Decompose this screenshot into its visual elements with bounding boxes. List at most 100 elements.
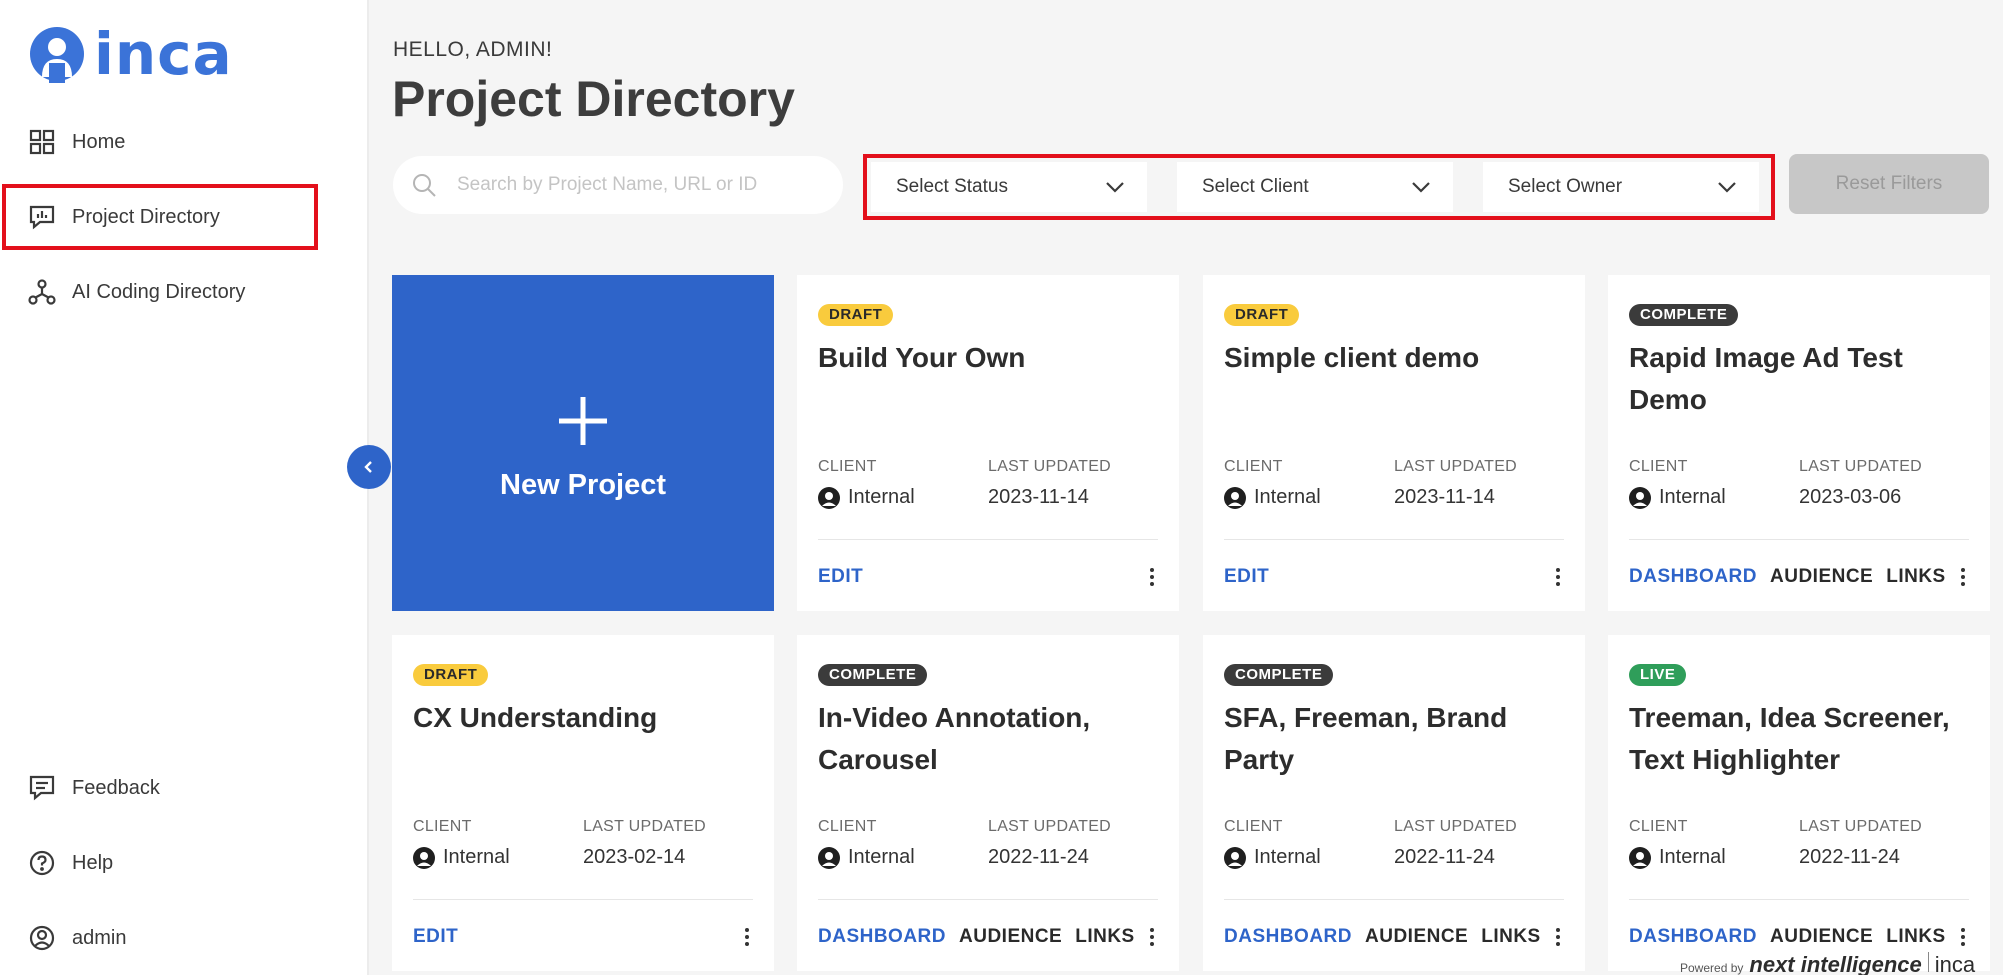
more-options-icon[interactable] (1957, 566, 1969, 588)
status-badge: COMPLETE (818, 664, 928, 686)
next-intelligence-logo: next intelligence (1749, 952, 1922, 975)
plus-icon (557, 385, 609, 455)
sidebar-item-admin[interactable]: admin (28, 918, 126, 958)
project-card[interactable]: DRAFT Simple client demo CLIENT LAST UPD… (1203, 275, 1585, 611)
dashboard-link[interactable]: DASHBOARD (1629, 566, 1757, 588)
card-divider (1629, 539, 1969, 540)
links-link[interactable]: LINKS (1886, 566, 1946, 588)
card-divider (1629, 899, 1969, 900)
links-link[interactable]: LINKS (1886, 926, 1946, 948)
help-icon (28, 849, 56, 877)
edit-link[interactable]: EDIT (413, 926, 458, 948)
client-avatar-icon (1629, 486, 1651, 509)
status-badge: DRAFT (413, 664, 489, 686)
client-avatar-icon (818, 486, 840, 509)
status-badge: DRAFT (1224, 304, 1300, 326)
client-value: Internal (413, 846, 510, 869)
reset-filters-button[interactable]: Reset Filters (1789, 154, 1989, 214)
more-options-icon[interactable] (1552, 566, 1564, 588)
sidebar-item-label: admin (72, 926, 127, 949)
more-options-icon[interactable] (1957, 926, 1969, 948)
client-value: Internal (818, 846, 915, 869)
project-title[interactable]: In-Video Annotation, Carousel (818, 697, 1158, 781)
owner-select[interactable]: Select Owner (1483, 162, 1759, 212)
project-title[interactable]: Treeman, Idea Screener, Text Highlighter (1629, 697, 1969, 781)
project-card[interactable]: COMPLETE Rapid Image Ad Test Demo CLIENT… (1608, 275, 1990, 611)
new-project-label: New Project (500, 468, 666, 501)
dashboard-link[interactable]: DASHBOARD (1224, 926, 1352, 948)
search-bar[interactable] (393, 156, 843, 214)
sidebar-item-label: Home (72, 130, 126, 153)
feedback-icon (28, 774, 56, 802)
project-title[interactable]: SFA, Freeman, Brand Party (1224, 697, 1564, 781)
chevron-down-icon (1106, 182, 1124, 193)
dashboard-link[interactable]: DASHBOARD (818, 926, 946, 948)
client-avatar-icon (1629, 846, 1651, 869)
audience-link[interactable]: AUDIENCE (1770, 926, 1873, 948)
powered-by-footer: Powered by next intelligence inca (1680, 952, 1975, 975)
client-avatar-icon (1224, 846, 1246, 869)
inca-footer-logo: inca (1934, 952, 1976, 975)
more-options-icon[interactable] (1146, 926, 1158, 948)
sidebar-item-feedback[interactable]: Feedback (28, 768, 160, 808)
card-actions: DASHBOARD AUDIENCE LINKS (1629, 566, 1946, 588)
dashboard-link[interactable]: DASHBOARD (1629, 926, 1757, 948)
edit-link[interactable]: EDIT (818, 566, 863, 588)
card-actions: EDIT (818, 566, 863, 588)
project-card[interactable]: DRAFT Build Your Own CLIENT LAST UPDATED… (797, 275, 1179, 611)
new-project-card[interactable]: New Project (392, 275, 774, 611)
card-divider (1224, 899, 1564, 900)
card-divider (818, 539, 1158, 540)
last-updated-value: 2022-11-24 (1799, 846, 1900, 868)
active-nav-highlight (2, 184, 318, 250)
greeting: HELLO, ADMIN! (393, 38, 553, 61)
edit-link[interactable]: EDIT (1224, 566, 1269, 588)
inca-logo[interactable]: inca (28, 20, 233, 88)
project-card[interactable]: LIVE Treeman, Idea Screener, Text Highli… (1608, 635, 1990, 971)
last-updated-label: LAST UPDATED (583, 818, 707, 835)
project-title[interactable]: Build Your Own (818, 337, 1158, 379)
chevron-down-icon (1412, 182, 1430, 193)
owner-select-value: Select Owner (1508, 176, 1623, 197)
status-select-value: Select Status (896, 176, 1008, 197)
project-title[interactable]: Rapid Image Ad Test Demo (1629, 337, 1969, 421)
more-options-icon[interactable] (1146, 566, 1158, 588)
client-name: Internal (848, 846, 915, 868)
audience-link[interactable]: AUDIENCE (959, 926, 1062, 948)
project-card[interactable]: COMPLETE SFA, Freeman, Brand Party CLIEN… (1203, 635, 1585, 971)
audience-link[interactable]: AUDIENCE (1365, 926, 1468, 948)
project-card[interactable]: COMPLETE In-Video Annotation, Carousel C… (797, 635, 1179, 971)
status-select[interactable]: Select Status (871, 162, 1147, 212)
last-updated-label: LAST UPDATED (1394, 818, 1518, 835)
client-select[interactable]: Select Client (1177, 162, 1453, 212)
last-updated-value: 2022-11-24 (1394, 846, 1495, 868)
last-updated-value: 2023-03-06 (1799, 486, 1902, 508)
project-title[interactable]: Simple client demo (1224, 337, 1564, 379)
card-actions: DASHBOARD AUDIENCE LINKS (818, 926, 1135, 948)
search-icon (413, 174, 436, 197)
links-link[interactable]: LINKS (1075, 926, 1135, 948)
card-actions: DASHBOARD AUDIENCE LINKS (1629, 926, 1946, 948)
client-label: CLIENT (1629, 818, 1688, 835)
sidebar-item-ai-coding-directory[interactable]: AI Coding Directory (28, 272, 245, 312)
sidebar-item-help[interactable]: Help (28, 843, 113, 883)
card-divider (818, 899, 1158, 900)
project-title[interactable]: CX Understanding (413, 697, 753, 739)
user-icon (28, 924, 56, 952)
links-link[interactable]: LINKS (1481, 926, 1541, 948)
audience-link[interactable]: AUDIENCE (1770, 566, 1873, 588)
last-updated-value: 2023-02-14 (583, 846, 686, 868)
card-actions: EDIT (413, 926, 458, 948)
client-label: CLIENT (413, 818, 472, 835)
search-input[interactable] (457, 174, 817, 196)
more-options-icon[interactable] (741, 926, 753, 948)
sidebar-item-home[interactable]: Home (28, 122, 125, 162)
more-options-icon[interactable] (1552, 926, 1564, 948)
powered-by-text: Powered by (1680, 961, 1744, 975)
page-title: Project Directory (392, 71, 795, 127)
collapse-sidebar-button[interactable] (347, 445, 391, 489)
client-label: CLIENT (818, 458, 877, 475)
project-card[interactable]: DRAFT CX Understanding CLIENT LAST UPDAT… (392, 635, 774, 971)
inca-logo-mark-icon (30, 27, 84, 83)
card-divider (413, 899, 753, 900)
